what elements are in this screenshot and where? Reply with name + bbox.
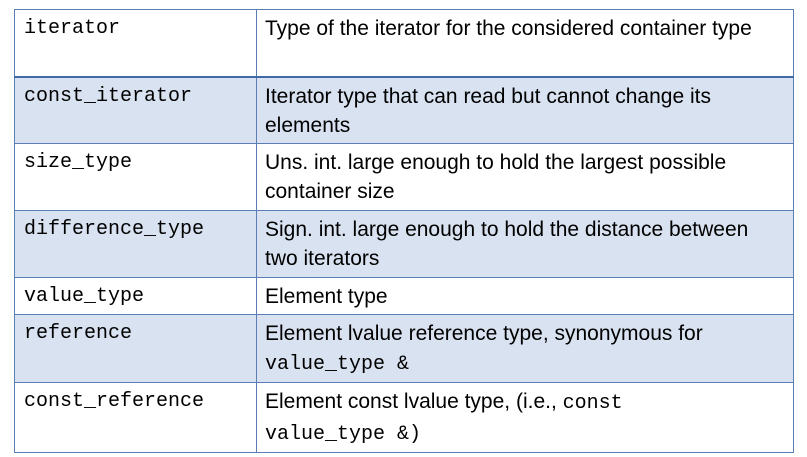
- type-name: iterator: [24, 17, 121, 40]
- description-text: Element lvalue reference type, synonymou…: [265, 321, 703, 345]
- type-name-cell: reference: [14, 313, 257, 383]
- type-description: Iterator type that can read but cannot c…: [265, 84, 711, 137]
- type-description: Uns. int. large enough to hold the large…: [265, 150, 727, 203]
- table-row: value_type Element type: [14, 276, 794, 315]
- table-row: size_type Uns. int. large enough to hold…: [14, 142, 794, 211]
- type-description-cell: Type of the iterator for the considered …: [256, 9, 794, 78]
- table-row: difference_type Sign. int. large enough …: [14, 209, 794, 278]
- type-name: const_iterator: [24, 84, 193, 108]
- type-name: reference: [24, 321, 133, 345]
- type-description: Sign. int. large enough to hold the dist…: [265, 217, 749, 270]
- type-name-cell: size_type: [14, 142, 257, 211]
- table-row: iterator Type of the iterator for the co…: [14, 9, 794, 78]
- type-description-cell: Element const lvalue type, (i.e., const v…: [256, 381, 794, 453]
- type-description-cell: Iterator type that can read but cannot c…: [256, 76, 794, 144]
- type-name: const_reference: [24, 389, 205, 413]
- description-code-inline: const: [562, 391, 623, 415]
- type-name: value_type: [24, 284, 145, 308]
- type-name-cell: const_iterator: [14, 76, 257, 144]
- type-description-cell: Sign. int. large enough to hold the dist…: [256, 209, 794, 278]
- table-row: const_iterator Iterator type that can re…: [14, 76, 794, 144]
- type-name: size_type: [24, 150, 133, 174]
- type-description-cell: Uns. int. large enough to hold the large…: [256, 142, 794, 211]
- container-types-table-wrapper: iterator Type of the iterator for the co…: [14, 9, 794, 453]
- type-description: Element lvalue reference type, synonymou…: [257, 315, 793, 382]
- table-row: const_reference Element const lvalue typ…: [14, 381, 794, 453]
- container-types-table: iterator Type of the iterator for the co…: [14, 9, 794, 453]
- type-name: difference_type: [24, 217, 205, 241]
- description-text: Element const lvalue type, (i.e.,: [265, 389, 557, 413]
- type-description-cell: Element lvalue reference type, synonymou…: [256, 313, 794, 383]
- type-description-cell: Element type: [256, 276, 794, 315]
- type-name-cell: value_type: [14, 276, 257, 315]
- type-name-cell: iterator: [14, 9, 257, 78]
- type-description: Element type: [265, 284, 388, 308]
- type-name-cell: difference_type: [14, 209, 257, 278]
- description-code: value_type &: [265, 352, 410, 376]
- table-row: reference Element lvalue reference type,…: [14, 313, 794, 383]
- type-description: Type of the iterator for the considered …: [265, 17, 752, 40]
- description-code: value_type &): [265, 422, 422, 446]
- type-description: Element const lvalue type, (i.e., const v…: [257, 383, 793, 452]
- type-name-cell: const_reference: [14, 381, 257, 453]
